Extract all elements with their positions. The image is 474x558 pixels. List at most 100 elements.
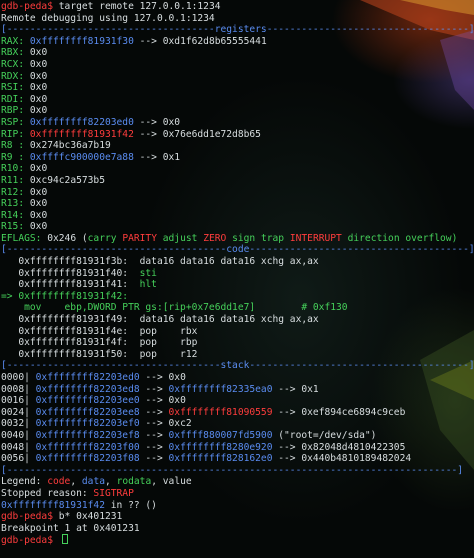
terminal-line: gdb-peda$ [1, 534, 474, 546]
terminal-text-segment: 0xef894ce6894c9ceb [301, 406, 406, 418]
terminal-line: [---------------------------------------… [1, 465, 474, 477]
terminal-text-segment: --> [133, 151, 163, 163]
terminal-text-segment: 0xffffffff82203ef8 [35, 429, 140, 441]
terminal-text-segment: mov ebp,DWORD PTR gs:[rip+0x7e6dd1e7] # … [1, 302, 348, 314]
terminal-text-segment: Breakpoint 1 at 0x401231 [1, 522, 140, 534]
terminal-text-segment: --> [272, 441, 302, 453]
terminal-text-segment: Legend: [1, 476, 48, 488]
terminal-text-segment: 0x246 ( [47, 232, 88, 244]
terminal-text-segment: --> [272, 406, 302, 418]
terminal-text-segment: 0xffffffff828162e0 [168, 453, 273, 465]
terminal-text-segment: R12: [1, 186, 30, 198]
terminal-text-segment: 0xffffffff82203f08 [35, 453, 140, 465]
terminal-line: 0xffffffff81931f41: hlt [1, 279, 474, 291]
terminal-text-segment: , [70, 476, 82, 488]
terminal-text-segment: 0xffffffff81931f30 [29, 35, 134, 47]
terminal-text-segment: --> [133, 128, 163, 140]
terminal-line: RCX: 0x0 [1, 59, 474, 71]
terminal-line: [-------------------------------------st… [1, 360, 474, 372]
terminal-text-segment: Remote debugging using 127.0.0.1:1234 [1, 12, 215, 24]
terminal-text-segment: 0xffffffff81931f4f: [1, 337, 140, 349]
terminal-line: R13: 0x0 [1, 198, 474, 210]
terminal-text-segment: RBX: [1, 47, 30, 59]
terminal-text-segment: --> [133, 116, 163, 128]
terminal-line: 0040| 0xffffffff82203ef8 --> 0xffff88000… [1, 430, 474, 442]
terminal-text-segment: --> [139, 441, 169, 453]
terminal-line: [--------------------------------------c… [1, 244, 474, 256]
terminal-line: 0008| 0xffffffff82203ed8 --> 0xffffffff8… [1, 384, 474, 396]
terminal-line: RIP: 0xffffffff81931f42 --> 0x76e6dd1e72… [1, 129, 474, 141]
terminal-line: => 0xffffffff81931f42: [1, 291, 474, 303]
terminal-text-segment: RSI: [1, 82, 30, 94]
terminal-text-segment: 0xffffffff82203ed0 [29, 116, 134, 128]
terminal-window[interactable]: gdb-peda$ target remote 127.0.0.1:1234 Re… [0, 0, 474, 558]
terminal-text-segment: gdb-peda$ [1, 535, 59, 547]
terminal-text-segment: target remote 127.0.0.1:1234 [58, 1, 221, 12]
terminal-line: 0xffffffff81931f4f: pop rbp [1, 337, 474, 349]
terminal-line: 0048| 0xffffffff82203f00 --> 0xffffffff8… [1, 442, 474, 454]
terminal-text-segment: RDI: [1, 93, 30, 105]
terminal-text-segment: data16 data16 data16 xchg ax,ax [139, 256, 319, 268]
terminal-text-segment: R13: [1, 198, 30, 210]
terminal-text-segment: , [105, 476, 117, 488]
terminal-text-segment: EFLAGS: [1, 232, 48, 244]
terminal-text-segment: 0xffffffff81931f3b: [1, 256, 140, 268]
terminal-text-segment: 0x0 [29, 209, 48, 221]
terminal-text-segment: 0040| [1, 429, 36, 441]
terminal-text-segment: => 0xffffffff81931f42: [1, 290, 129, 302]
terminal-text-segment: direction overflow) [347, 232, 458, 244]
terminal-line: 0xffffffff81931f40: sti [1, 268, 474, 280]
terminal-line: EFLAGS: 0x246 (carry PARITY adjust ZERO … [1, 233, 474, 245]
terminal-line: Breakpoint 1 at 0x401231 [1, 523, 474, 535]
terminal-text-segment: 0xffffffff81931f41: [1, 279, 140, 291]
terminal-text-segment: pop rbx [139, 325, 198, 337]
terminal-line: 0016| 0xffffffff82203ee0 --> 0x0 [1, 395, 474, 407]
terminal-text-segment: sign trap [232, 232, 290, 244]
terminal-text-segment: [-------------------------------------st… [1, 360, 474, 372]
terminal-text-segment: 0x0 [168, 395, 186, 407]
terminal-text-segment: b* 0x401231 [58, 511, 123, 523]
terminal-text-segment: 0x0 [29, 82, 48, 94]
terminal-line: RBP: 0x0 [1, 105, 474, 117]
terminal-text-segment: 0x0 [29, 198, 48, 210]
terminal-text-segment: [------------------------------------reg… [1, 24, 474, 36]
terminal-text-segment: --> [139, 429, 169, 441]
terminal-text-segment: 0056| [1, 453, 36, 465]
terminal-text-segment: 0008| [1, 383, 36, 395]
terminal-line: RDI: 0x0 [1, 94, 474, 106]
terminal-line: R9 : 0xffffc900000e7a88 --> 0x1 [1, 152, 474, 164]
terminal-text-segment: 0x0 [29, 47, 48, 59]
terminal-line: RSI: 0x0 [1, 82, 474, 94]
terminal-text-segment: code [47, 476, 71, 488]
terminal-text-segment: 0xffffffff81931f49: [1, 314, 140, 326]
terminal-line: Legend: code, data, rodata, value [1, 476, 474, 488]
terminal-line: R14: 0x0 [1, 210, 474, 222]
terminal-text-segment: adjust [162, 232, 204, 244]
terminal-text-segment: 0x0 [29, 105, 48, 117]
terminal-text-segment: R15: [1, 221, 30, 233]
terminal-text-segment: carry [87, 232, 123, 244]
terminal-text-segment: 0xd1f62d8b65555441 [162, 35, 267, 47]
terminal-text-segment: R10: [1, 163, 30, 175]
terminal-line: mov ebp,DWORD PTR gs:[rip+0x7e6dd1e7] # … [1, 302, 474, 314]
terminal-text-segment: 0xffffffff81931f42 [1, 499, 105, 511]
terminal-line: 0032| 0xffffffff82203ef0 --> 0xc2 [1, 418, 474, 430]
terminal-text-segment: 0xc2 [168, 418, 192, 430]
terminal-text-segment: --> [272, 383, 302, 395]
terminal-text-segment: in ?? () [104, 499, 157, 511]
terminal-text-segment: 0x0 [29, 70, 48, 82]
terminal-line: RBX: 0x0 [1, 47, 474, 59]
terminal-text-segment: --> [133, 35, 163, 47]
terminal-text-segment: --> [139, 383, 169, 395]
terminal-text-segment: 0000| [1, 372, 36, 383]
terminal-text-segment: 0xffffffff82203ed0 [35, 372, 140, 383]
terminal-text-segment: hlt [139, 279, 157, 291]
terminal-text-segment: 0x0 [29, 221, 48, 233]
terminal-line: gdb-peda$ b* 0x401231 [1, 511, 474, 523]
terminal-text-segment: 0xffffffff81931f4e: [1, 325, 140, 337]
terminal-text-segment: 0xffffffff82203ef0 [35, 418, 140, 430]
terminal-text-segment: rodata [116, 476, 152, 488]
terminal-cursor[interactable] [61, 534, 68, 545]
terminal-text-segment: --> [272, 453, 302, 465]
terminal-line: R10: 0x0 [1, 163, 474, 175]
